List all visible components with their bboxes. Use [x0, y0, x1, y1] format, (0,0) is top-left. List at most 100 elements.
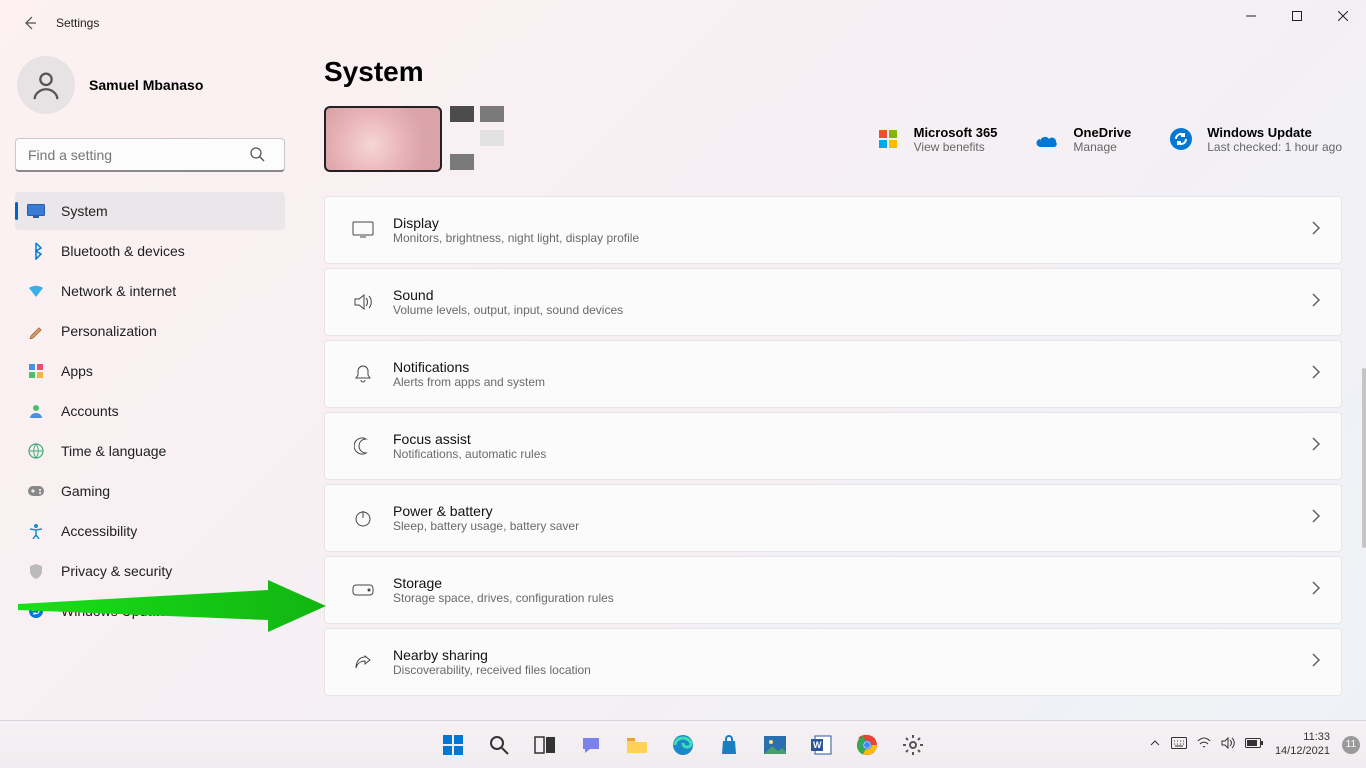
taskbar-chat-button[interactable] — [571, 725, 611, 765]
tray-chevron-up-icon[interactable] — [1149, 737, 1161, 752]
device-preview[interactable] — [324, 106, 504, 172]
card-title: Focus assist — [393, 431, 1311, 447]
card-nearby-sharing[interactable]: Nearby sharingDiscoverability, received … — [324, 628, 1342, 696]
card-sub: Alerts from apps and system — [393, 375, 1311, 389]
tray-battery-icon[interactable] — [1245, 738, 1263, 751]
card-title: Notifications — [393, 359, 1311, 375]
notifications-badge[interactable]: 11 — [1342, 736, 1360, 754]
nav-item-windows-update[interactable]: Windows Update — [15, 592, 285, 630]
quicklink-windows-update[interactable]: Windows UpdateLast checked: 1 hour ago — [1167, 125, 1342, 154]
card-title: Display — [393, 215, 1311, 231]
taskbar-clock[interactable]: 11:33 14/12/2021 — [1275, 731, 1330, 757]
chevron-right-icon — [1311, 365, 1321, 384]
quicklink-title: Windows Update — [1207, 125, 1342, 140]
storage-icon — [345, 584, 381, 596]
nav-item-network-internet[interactable]: Network & internet — [15, 272, 285, 310]
back-button[interactable] — [18, 11, 42, 35]
quicklink-onedrive[interactable]: OneDriveManage — [1033, 125, 1131, 154]
shield-icon — [27, 562, 45, 580]
tray-volume-icon[interactable] — [1221, 737, 1235, 752]
nav-label: Apps — [61, 363, 93, 379]
card-power-battery[interactable]: Power & batterySleep, battery usage, bat… — [324, 484, 1342, 552]
taskbar-explorer-button[interactable] — [617, 725, 657, 765]
quicklink-sub: Last checked: 1 hour ago — [1207, 140, 1342, 154]
nav-item-bluetooth-devices[interactable]: Bluetooth & devices — [15, 232, 285, 270]
card-title: Power & battery — [393, 503, 1311, 519]
onedrive-icon — [1033, 125, 1061, 153]
chevron-right-icon — [1311, 293, 1321, 312]
card-sound[interactable]: SoundVolume levels, output, input, sound… — [324, 268, 1342, 336]
svg-text:W: W — [813, 740, 822, 750]
card-storage[interactable]: StorageStorage space, drives, configurat… — [324, 556, 1342, 624]
person-icon — [27, 402, 45, 420]
update-icon — [27, 602, 45, 620]
taskbar-settings-button[interactable] — [893, 725, 933, 765]
card-display[interactable]: DisplayMonitors, brightness, night light… — [324, 196, 1342, 264]
user-name: Samuel Mbanaso — [89, 77, 203, 93]
card-sub: Notifications, automatic rules — [393, 447, 1311, 461]
card-focus-assist[interactable]: Focus assistNotifications, automatic rul… — [324, 412, 1342, 480]
globe-icon — [27, 442, 45, 460]
scrollbar-thumb[interactable] — [1362, 368, 1366, 548]
update-sync-icon — [1167, 125, 1195, 153]
nav-item-time-language[interactable]: Time & language — [15, 432, 285, 470]
bell-icon — [345, 364, 381, 384]
tray-keyboard-icon[interactable] — [1171, 737, 1187, 752]
ms365-icon — [874, 125, 902, 153]
card-sub: Discoverability, received files location — [393, 663, 1311, 677]
chevron-right-icon — [1311, 221, 1321, 240]
nav-label: Privacy & security — [61, 563, 172, 579]
quicklink-microsoft-[interactable]: Microsoft 365View benefits — [874, 125, 998, 154]
nav-item-accessibility[interactable]: Accessibility — [15, 512, 285, 550]
nav-label: Accounts — [61, 403, 119, 419]
taskbar-taskview-button[interactable] — [525, 725, 565, 765]
search-icon — [249, 146, 265, 167]
quicklink-title: OneDrive — [1073, 125, 1131, 140]
nav-item-accounts[interactable]: Accounts — [15, 392, 285, 430]
taskbar-chrome-button[interactable] — [847, 725, 887, 765]
avatar-icon — [17, 56, 75, 114]
close-button[interactable] — [1320, 0, 1366, 32]
taskbar-word-button[interactable]: W — [801, 725, 841, 765]
quicklink-sub: Manage — [1073, 140, 1131, 154]
nav-label: Network & internet — [61, 283, 176, 299]
nav-label: Bluetooth & devices — [61, 243, 185, 259]
nav-label: Windows Update — [61, 603, 167, 619]
quicklink-title: Microsoft 365 — [914, 125, 998, 140]
share-icon — [345, 653, 381, 671]
taskbar-photos-button[interactable] — [755, 725, 795, 765]
brush-icon — [27, 322, 45, 340]
nav-label: Gaming — [61, 483, 110, 499]
nav-label: Time & language — [61, 443, 166, 459]
user-profile[interactable]: Samuel Mbanaso — [15, 56, 285, 114]
tray-wifi-icon[interactable] — [1197, 737, 1211, 752]
card-sub: Monitors, brightness, night light, displ… — [393, 231, 1311, 245]
accessibility-icon — [27, 522, 45, 540]
nav-item-privacy-security[interactable]: Privacy & security — [15, 552, 285, 590]
taskbar-search-button[interactable] — [479, 725, 519, 765]
page-title: System — [324, 56, 1342, 88]
chevron-right-icon — [1311, 437, 1321, 456]
window-title: Settings — [56, 16, 99, 30]
taskbar-edge-button[interactable] — [663, 725, 703, 765]
card-notifications[interactable]: NotificationsAlerts from apps and system — [324, 340, 1342, 408]
wifi-icon — [27, 282, 45, 300]
quicklink-sub: View benefits — [914, 140, 998, 154]
taskbar-start-button[interactable] — [433, 725, 473, 765]
maximize-button[interactable] — [1274, 0, 1320, 32]
nav-item-apps[interactable]: Apps — [15, 352, 285, 390]
power-icon — [345, 509, 381, 527]
nav-item-personalization[interactable]: Personalization — [15, 312, 285, 350]
minimize-button[interactable] — [1228, 0, 1274, 32]
gaming-icon — [27, 482, 45, 500]
taskbar-store-button[interactable] — [709, 725, 749, 765]
search-input[interactable] — [15, 138, 285, 172]
nav-item-system[interactable]: System — [15, 192, 285, 230]
nav-item-gaming[interactable]: Gaming — [15, 472, 285, 510]
card-sub: Sleep, battery usage, battery saver — [393, 519, 1311, 533]
nav-label: System — [61, 203, 108, 219]
card-title: Storage — [393, 575, 1311, 591]
chevron-right-icon — [1311, 653, 1321, 672]
theme-swatches — [450, 106, 504, 170]
sound-icon — [345, 293, 381, 311]
